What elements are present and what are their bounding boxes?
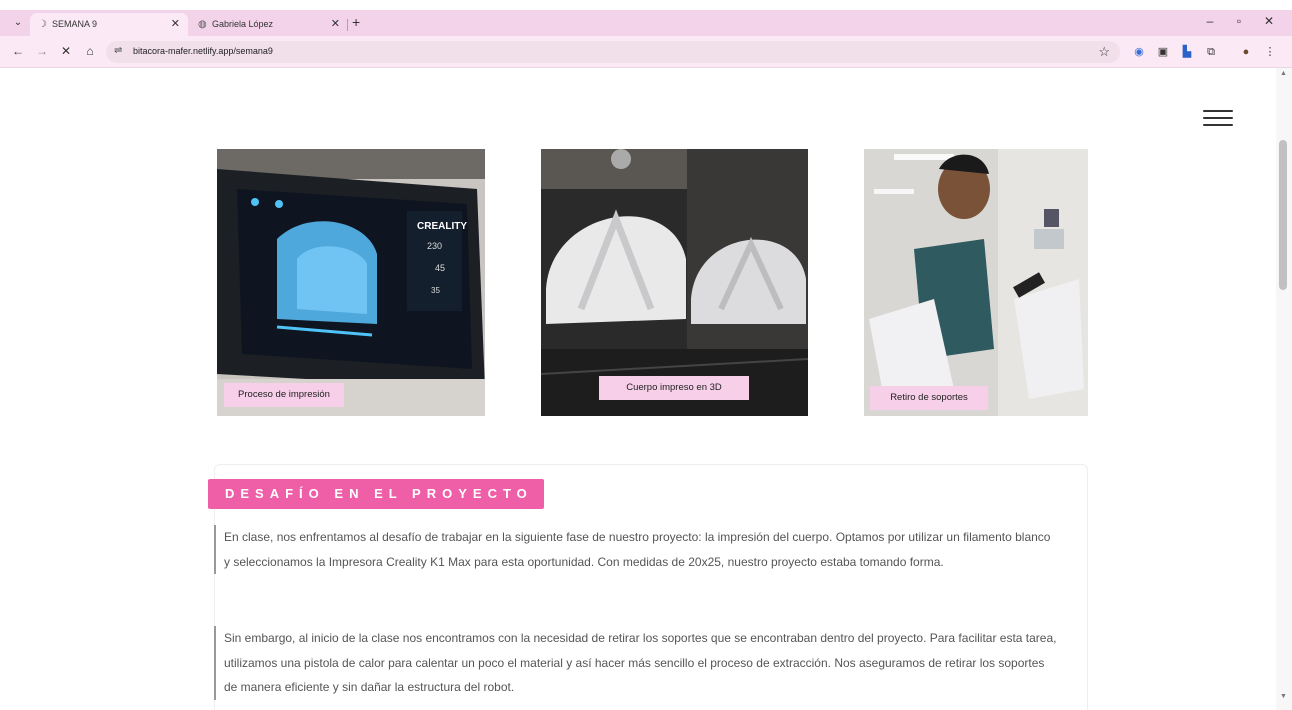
tab-title: Gabriela López <box>212 19 274 29</box>
section-paragraph: En clase, nos enfrentamos al desafío de … <box>214 525 1058 574</box>
tab-strip: ⌄ ☽ SEMANA 9 ✕ ◍ Gabriela López ✕ + – ▫ … <box>0 10 1292 36</box>
chamber-temp-text: 35 <box>431 286 440 295</box>
extension-badge-icon[interactable]: ▙ <box>1179 44 1195 60</box>
section-title: DESAFÍO EN EL PROYECTO <box>208 479 544 509</box>
address-bar[interactable]: ⇌ bitacora-mafer.netlify.app/semana9 ☆ <box>106 41 1120 63</box>
stop-loading-icon[interactable]: ✕ <box>58 44 74 58</box>
browser-menu-icon[interactable]: ⋮ <box>1262 44 1278 60</box>
browser-window: ⌄ ☽ SEMANA 9 ✕ ◍ Gabriela López ✕ + – ▫ … <box>0 0 1292 710</box>
site-info-icon[interactable]: ⇌ <box>114 45 122 56</box>
close-window-icon[interactable]: ✕ <box>1259 14 1279 28</box>
globe-favicon-icon: ◍ <box>198 19 207 30</box>
screen-record-extension-icon[interactable]: ◉ <box>1131 44 1147 60</box>
close-tab-icon[interactable]: ✕ <box>331 13 340 36</box>
page-viewport: CREALITY 230 45 35 Proceso de impresión <box>0 68 1276 710</box>
nozzle-temp-text: 230 <box>427 241 442 251</box>
tab-gabriela[interactable]: ◍ Gabriela López ✕ <box>190 13 348 36</box>
minimize-icon[interactable]: – <box>1200 14 1220 28</box>
photo-support-removal: Retiro de soportes <box>864 149 1088 416</box>
photo-caption: Cuerpo impreso en 3D <box>599 376 749 400</box>
back-icon[interactable]: ← <box>10 44 26 58</box>
bed-temp-text: 45 <box>435 263 445 273</box>
hamburger-menu-icon[interactable] <box>1203 108 1233 128</box>
scroll-down-arrow-icon[interactable]: ▼ <box>1280 693 1287 700</box>
creality-brand-text: CREALITY <box>417 221 467 232</box>
extensions-puzzle-icon[interactable]: ⧉ <box>1203 44 1219 60</box>
printer-screen-image: CREALITY 230 45 35 <box>217 149 485 416</box>
close-tab-icon[interactable]: ✕ <box>171 13 180 36</box>
support-removal-image <box>864 149 1088 416</box>
tab-search-chevron-icon[interactable]: ⌄ <box>10 15 26 31</box>
photo-caption: Proceso de impresión <box>224 383 344 407</box>
new-tab-icon[interactable]: + <box>352 14 360 30</box>
photo-printing-process: CREALITY 230 45 35 Proceso de impresión <box>217 149 485 416</box>
photo-printed-body: Cuerpo impreso en 3D <box>541 149 808 416</box>
bookmark-star-icon[interactable]: ☆ <box>1098 44 1110 60</box>
home-icon[interactable]: ⌂ <box>82 44 98 58</box>
restore-icon[interactable]: ▫ <box>1229 14 1249 28</box>
moon-favicon-icon: ☽ <box>38 19 47 30</box>
photo-caption: Retiro de soportes <box>870 386 988 410</box>
tab-title: SEMANA 9 <box>52 19 98 29</box>
tab-divider <box>347 19 348 31</box>
section-paragraph: Sin embargo, al inicio de la clase nos e… <box>214 626 1058 700</box>
forward-icon[interactable]: → <box>34 44 50 58</box>
url-text[interactable]: bitacora-mafer.netlify.app/semana9 <box>133 46 273 56</box>
browser-toolbar: ← → ✕ ⌂ ⇌ bitacora-mafer.netlify.app/sem… <box>0 36 1292 68</box>
page-scrollbar[interactable]: ▲ ▼ <box>1276 68 1292 710</box>
profile-avatar-icon[interactable]: ● <box>1238 44 1254 60</box>
scroll-thumb[interactable] <box>1279 140 1287 290</box>
tab-semana9[interactable]: ☽ SEMANA 9 ✕ <box>30 13 188 36</box>
scroll-up-arrow-icon[interactable]: ▲ <box>1280 70 1287 77</box>
picture-in-picture-icon[interactable]: ▣ <box>1155 44 1171 60</box>
